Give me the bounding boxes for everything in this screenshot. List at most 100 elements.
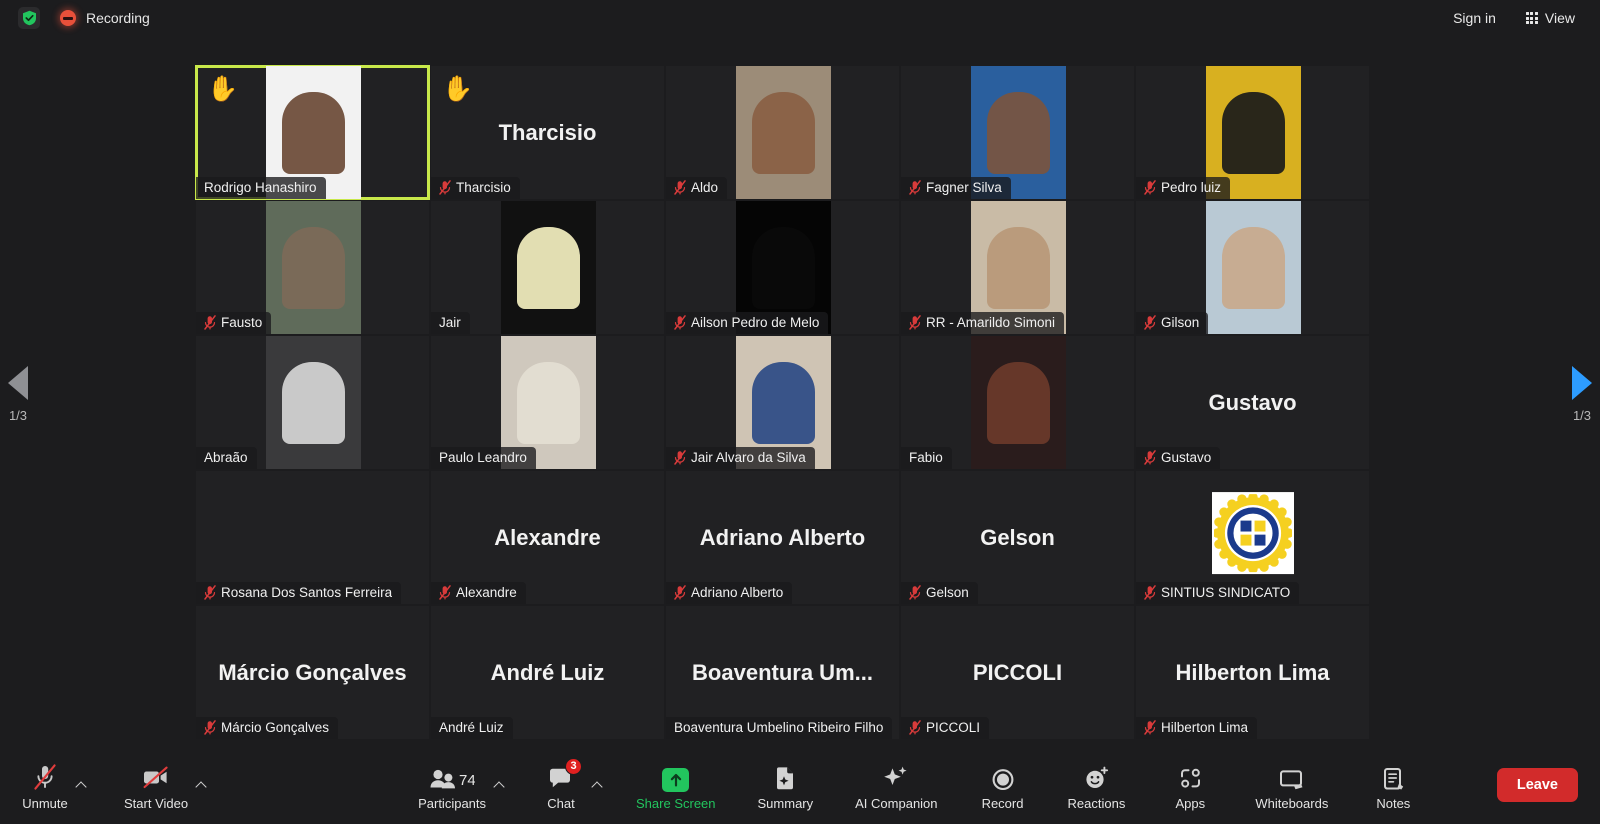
reactions-button[interactable]: Reactions <box>1060 758 1134 813</box>
participant-name: Alexandre <box>456 585 517 600</box>
whiteboards-label: Whiteboards <box>1255 795 1329 811</box>
meeting-toolbar: Unmute Start Video 74 Participants 3 Cha… <box>0 746 1600 824</box>
participant-name: Boaventura Umbelino Ribeiro Filho <box>674 720 884 735</box>
participant-name: Aldo <box>691 180 719 195</box>
participant-tile[interactable]: Tharcisio ✋ Tharcisio <box>430 65 665 200</box>
recording-indicator[interactable]: Recording <box>60 10 150 26</box>
chat-control-group: 3 Chat <box>530 757 606 813</box>
participant-tile[interactable]: Boaventura Um... Boaventura Umbelino Ribe… <box>665 605 900 740</box>
participant-name: Jair <box>439 315 461 330</box>
participants-button[interactable]: 74 Participants <box>410 758 494 813</box>
shield-check-icon[interactable] <box>18 7 40 29</box>
sign-in-label: Sign in <box>1453 10 1496 26</box>
participant-tile[interactable]: Fausto <box>195 200 430 335</box>
participant-name-bar: Pedro luiz <box>1136 177 1231 199</box>
participant-tile[interactable]: Rosana Dos Santos Ferreira <box>195 470 430 605</box>
unmute-button[interactable]: Unmute <box>14 758 76 813</box>
chat-button[interactable]: 3 Chat <box>530 757 592 813</box>
participant-tile[interactable]: Gelson Gelson <box>900 470 1135 605</box>
whiteboards-button[interactable]: Whiteboards <box>1247 758 1336 813</box>
microphone-muted-icon <box>1144 585 1156 600</box>
participant-tile[interactable]: Jair <box>430 200 665 335</box>
microphone-muted-icon <box>909 315 921 330</box>
sparkles-icon <box>881 762 911 792</box>
top-bar: Recording Sign in View <box>0 0 1600 36</box>
reactions-label: Reactions <box>1067 795 1126 811</box>
notes-button[interactable]: Notes <box>1362 758 1424 813</box>
apps-label: Apps <box>1175 795 1206 811</box>
ai-companion-button[interactable]: AI Companion <box>847 758 945 813</box>
leave-button[interactable]: Leave <box>1496 768 1578 802</box>
participant-tile[interactable]: Gustavo Gustavo <box>1135 335 1370 470</box>
start-video-button[interactable]: Start Video <box>116 758 196 813</box>
participant-name: Gelson <box>926 585 969 600</box>
raised-hand-icon: ✋ <box>442 75 474 103</box>
sintius-union-logo <box>1211 491 1294 574</box>
participant-tile[interactable]: RR - Amarildo Simoni <box>900 200 1135 335</box>
participants-control-group: 74 Participants <box>410 758 508 813</box>
record-circle-icon <box>990 762 1016 792</box>
recording-dot-icon <box>60 10 76 26</box>
participant-name-bar: Boaventura Umbelino Ribeiro Filho <box>666 717 893 739</box>
participant-tile[interactable]: Adriano Alberto Adriano Alberto <box>665 470 900 605</box>
participant-tile[interactable]: Márcio Gonçalves Márcio Gonçalves <box>195 605 430 740</box>
view-button[interactable]: View <box>1513 4 1588 32</box>
participant-tile[interactable]: Abraão <box>195 335 430 470</box>
microphone-muted-icon <box>909 585 921 600</box>
participant-tile[interactable]: André Luiz André Luiz <box>430 605 665 740</box>
participant-tile[interactable]: Aldo <box>665 65 900 200</box>
summary-button[interactable]: Summary <box>750 758 822 813</box>
share-screen-up-arrow-icon <box>662 762 690 792</box>
microphone-muted-icon <box>439 585 451 600</box>
notes-label: Notes <box>1376 795 1411 811</box>
apps-icon <box>1177 762 1204 792</box>
sign-in-button[interactable]: Sign in <box>1440 4 1509 32</box>
participant-name: Hilberton Lima <box>1161 720 1249 735</box>
microphone-muted-icon <box>909 180 921 195</box>
participant-name-bar: Aldo <box>666 177 728 199</box>
participant-name-bar: Hilberton Lima <box>1136 717 1258 739</box>
participant-name: PICCOLI <box>926 720 981 735</box>
participant-tile[interactable]: ✋ Rodrigo Hanashiro <box>195 65 430 200</box>
apps-button[interactable]: Apps <box>1159 758 1221 813</box>
summary-label: Summary <box>757 795 814 811</box>
participant-name-bar: Fausto <box>196 312 272 334</box>
participant-tile[interactable]: Ailson Pedro de Melo <box>665 200 900 335</box>
participant-tile[interactable]: SINTIUS SINDICATO <box>1135 470 1370 605</box>
participant-tile[interactable]: Paulo Leandro <box>430 335 665 470</box>
participant-tile[interactable]: PICCOLI PICCOLI <box>900 605 1135 740</box>
participant-name-bar: Gustavo <box>1136 447 1221 469</box>
participant-name-bar: Rosana Dos Santos Ferreira <box>196 582 402 604</box>
participant-tile[interactable]: Jair Alvaro da Silva <box>665 335 900 470</box>
participant-name: Gustavo <box>1161 450 1212 465</box>
participant-tile[interactable]: Gilson <box>1135 200 1370 335</box>
microphone-muted-icon <box>204 585 216 600</box>
participant-tile[interactable]: Hilberton Lima Hilberton Lima <box>1135 605 1370 740</box>
participant-tile[interactable]: Pedro luiz <box>1135 65 1370 200</box>
microphone-muted-icon <box>1144 720 1156 735</box>
participant-name-bar: RR - Amarildo Simoni <box>901 312 1065 334</box>
unmute-label: Unmute <box>22 795 68 811</box>
microphone-muted-icon <box>1144 450 1156 465</box>
record-label: Record <box>981 795 1024 811</box>
chevron-left-page-icon <box>8 366 28 400</box>
record-button[interactable]: Record <box>972 758 1034 813</box>
share-screen-button[interactable]: Share Screen <box>628 758 724 813</box>
participant-grid: ✋ Rodrigo Hanashiro Tharcisio ✋ Tharcisio Ald… <box>195 65 1370 740</box>
participant-name: Jair Alvaro da Silva <box>691 450 806 465</box>
participant-name: André Luiz <box>439 720 504 735</box>
svg-text:74: 74 <box>459 772 475 789</box>
participant-name-bar: Márcio Gonçalves <box>196 717 339 739</box>
next-page-button[interactable]: 1/3 <box>1572 366 1592 423</box>
previous-page-button[interactable]: 1/3 <box>8 366 28 423</box>
participant-name-bar: Alexandre <box>431 582 526 604</box>
participant-tile[interactable]: Fagner Silva <box>900 65 1135 200</box>
participant-name: Gilson <box>1161 315 1200 330</box>
participant-name: Fagner Silva <box>926 180 1002 195</box>
participant-tile[interactable]: Fabio <box>900 335 1135 470</box>
participant-name-bar: PICCOLI <box>901 717 990 739</box>
participant-name: Rosana Dos Santos Ferreira <box>221 585 393 600</box>
participant-name-bar: SINTIUS SINDICATO <box>1136 582 1300 604</box>
participant-tile[interactable]: Alexandre Alexandre <box>430 470 665 605</box>
chevron-right-page-icon <box>1572 366 1592 400</box>
